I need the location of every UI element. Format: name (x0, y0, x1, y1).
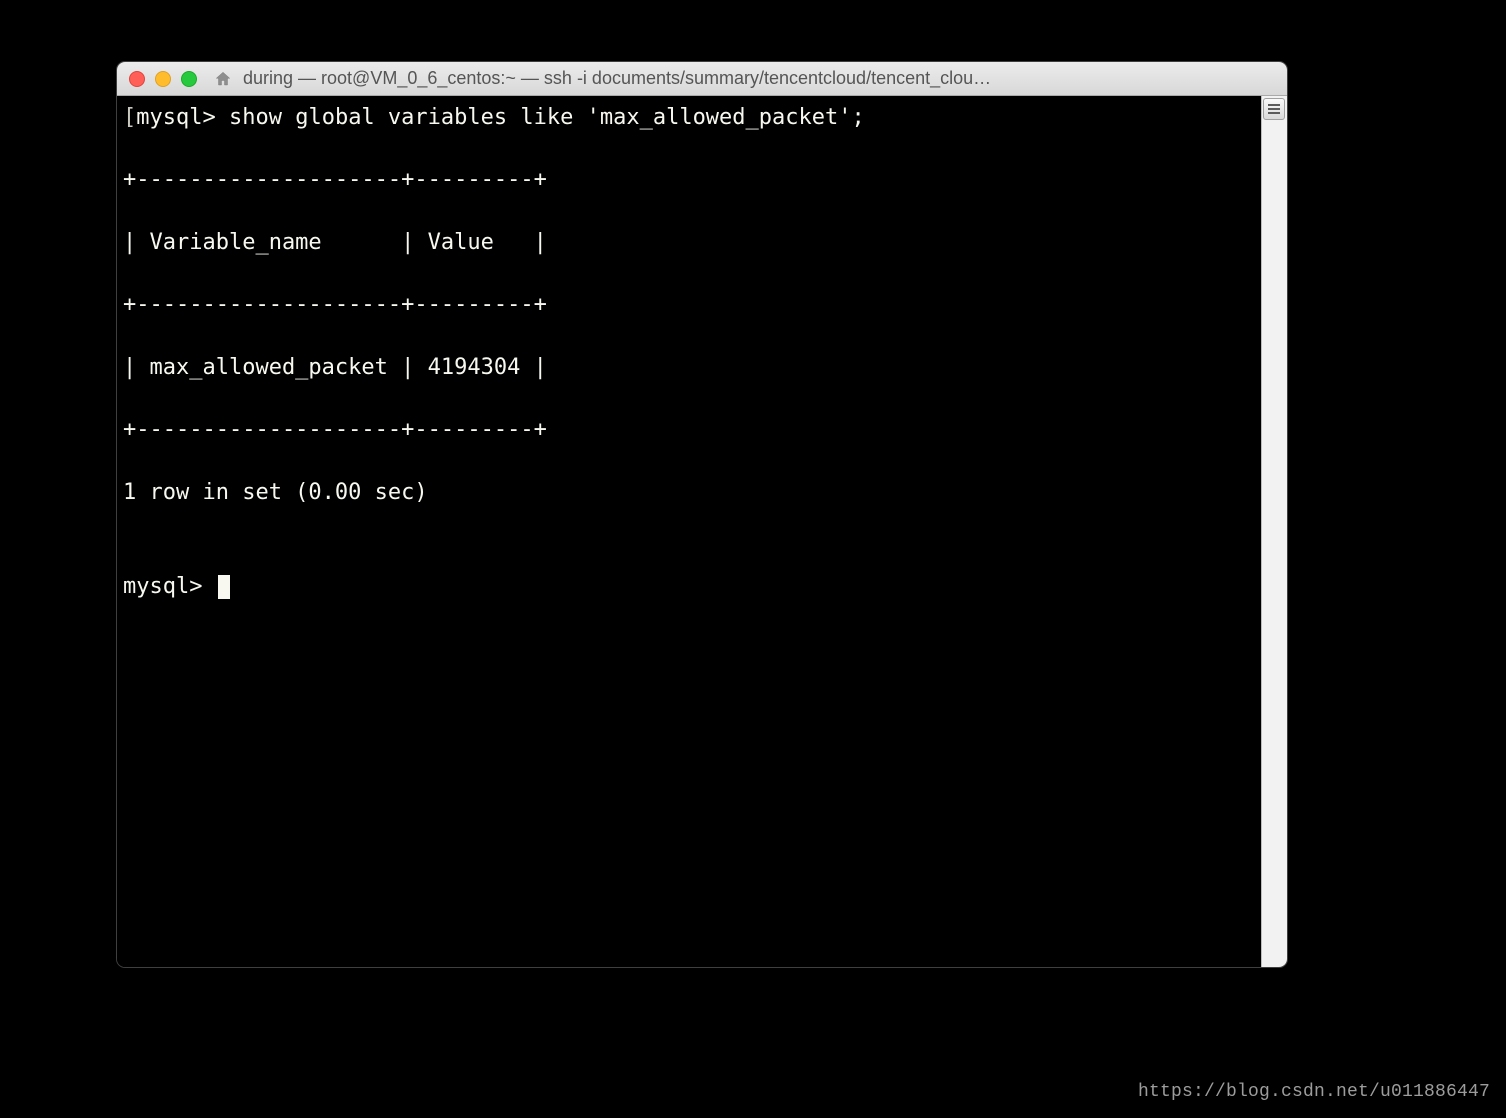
cursor-icon (218, 575, 230, 599)
terminal-prompt: mysql> (136, 105, 215, 130)
home-icon (213, 69, 233, 89)
table-divider-top: +--------------------+---------+ (123, 164, 1255, 195)
terminal-command: show global variables like 'max_allowed_… (229, 105, 865, 130)
terminal-window: during — root@VM_0_6_centos:~ — ssh -i d… (117, 62, 1287, 967)
terminal-body[interactable]: [mysql> show global variables like 'max_… (117, 96, 1261, 967)
table-header-row: | Variable_name | Value | (123, 227, 1255, 258)
terminal-body-wrap: [mysql> show global variables like 'max_… (117, 96, 1287, 967)
terminal-prompt-idle: mysql> (123, 574, 216, 599)
menu-icon (1268, 104, 1280, 114)
watermark-text: https://blog.csdn.net/u011886447 (1138, 1082, 1490, 1102)
maximize-icon[interactable] (181, 71, 197, 87)
traffic-lights (129, 71, 197, 87)
minimize-icon[interactable] (155, 71, 171, 87)
query-summary: 1 row in set (0.00 sec) (123, 477, 1255, 508)
scrollbar[interactable] (1261, 96, 1287, 967)
titlebar[interactable]: during — root@VM_0_6_centos:~ — ssh -i d… (117, 62, 1287, 96)
window-title: during — root@VM_0_6_centos:~ — ssh -i d… (243, 68, 1275, 89)
table-divider-middle: +--------------------+---------+ (123, 289, 1255, 320)
table-data-row: | max_allowed_packet | 4194304 | (123, 352, 1255, 383)
scroll-options-button[interactable] (1263, 98, 1285, 120)
table-divider-bottom: +--------------------+---------+ (123, 414, 1255, 445)
close-icon[interactable] (129, 71, 145, 87)
